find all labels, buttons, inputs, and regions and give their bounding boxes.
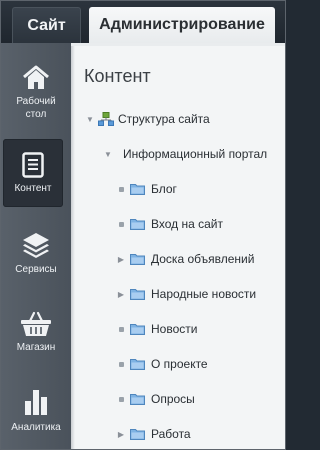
leaf-bullet-icon xyxy=(116,326,126,332)
folder-icon xyxy=(130,219,145,230)
tree-node-label: Народные новости xyxy=(151,287,257,301)
panel-divider xyxy=(71,46,75,449)
expand-arrow-icon[interactable]: ▼ xyxy=(103,150,113,159)
sidebar-item-content[interactable]: Контент xyxy=(3,139,63,207)
sidebar-item-analytics[interactable]: Аналитика xyxy=(1,387,71,434)
tree-node-label: Структура сайта xyxy=(118,112,210,126)
sidebar-item-label: Аналитика xyxy=(11,422,61,433)
folder-icon xyxy=(130,394,145,405)
sidebar-item-shop[interactable]: Магазин xyxy=(1,311,71,354)
expand-arrow-icon[interactable]: ▼ xyxy=(85,115,95,124)
tree-node-login[interactable]: Вход на сайт xyxy=(116,214,223,234)
leaf-bullet-icon xyxy=(116,221,126,227)
tree-node-polls[interactable]: Опросы xyxy=(116,389,195,409)
sidebar-item-label: Сервисы xyxy=(15,264,57,275)
tree-node-jobs[interactable]: ▶ Работа xyxy=(116,424,191,444)
home-icon xyxy=(23,65,49,89)
site-structure-icon xyxy=(98,112,114,126)
tree-node-label: Работа xyxy=(151,427,191,441)
tree-node-bulletin-board[interactable]: ▶ Доска объявлений xyxy=(116,249,255,269)
sidebar: Рабочий стол Контент Сервисы Магазин Ана… xyxy=(1,43,71,449)
folder-icon xyxy=(130,429,145,440)
tree-node-site-structure[interactable]: ▼ Структура сайта xyxy=(85,109,210,129)
tab-administration[interactable]: Администрирование xyxy=(89,7,275,43)
tree-node-about[interactable]: О проекте xyxy=(116,354,208,374)
page-title: Контент xyxy=(84,66,151,86)
tree-node-people-news[interactable]: ▶ Народные новости xyxy=(116,284,256,304)
sidebar-item-label: Контент xyxy=(14,182,52,194)
folder-icon xyxy=(130,359,145,370)
leaf-bullet-icon xyxy=(116,361,126,367)
tree-node-label: О проекте xyxy=(151,357,208,371)
tree-node-label: Информационный портал xyxy=(123,147,268,161)
leaf-bullet-icon xyxy=(116,396,126,402)
tree-node-label: Новости xyxy=(151,322,198,336)
tree-node-label: Вход на сайт xyxy=(151,217,223,231)
sidebar-item-services[interactable]: Сервисы xyxy=(1,231,71,276)
leaf-bullet-icon xyxy=(116,186,126,192)
collapsed-arrow-icon[interactable]: ▶ xyxy=(116,290,126,299)
folder-icon xyxy=(130,254,145,265)
tree-node-label: Блог xyxy=(151,182,177,196)
layers-icon xyxy=(23,233,49,258)
folder-icon xyxy=(130,289,145,300)
tree-node-label: Опросы xyxy=(151,392,195,406)
collapsed-arrow-icon[interactable]: ▶ xyxy=(116,430,126,439)
sidebar-item-desktop[interactable]: Рабочий стол xyxy=(1,65,71,121)
sidebar-item-label: Рабочий стол xyxy=(16,96,56,120)
tree-node-info-portal[interactable]: ▼ Информационный портал xyxy=(103,144,267,164)
folder-icon xyxy=(130,324,145,335)
admin-window: Сайт Администрирование Рабочий стол Конт… xyxy=(0,0,286,450)
bar-chart-icon xyxy=(25,390,47,415)
top-tab-bar: Сайт Администрирование xyxy=(1,1,285,43)
tab-site[interactable]: Сайт xyxy=(12,7,81,43)
tree-node-label: Доска объявлений xyxy=(151,252,255,266)
document-icon xyxy=(22,151,44,178)
tree-node-blog[interactable]: Блог xyxy=(116,179,177,199)
content-panel: Контент ▼ Структура сайта ▼ Информационн… xyxy=(71,43,285,449)
folder-icon xyxy=(130,184,145,195)
basket-icon xyxy=(21,311,51,336)
collapsed-arrow-icon[interactable]: ▶ xyxy=(116,255,126,264)
tree-node-news[interactable]: Новости xyxy=(116,319,197,339)
sidebar-item-label: Магазин xyxy=(16,342,56,353)
